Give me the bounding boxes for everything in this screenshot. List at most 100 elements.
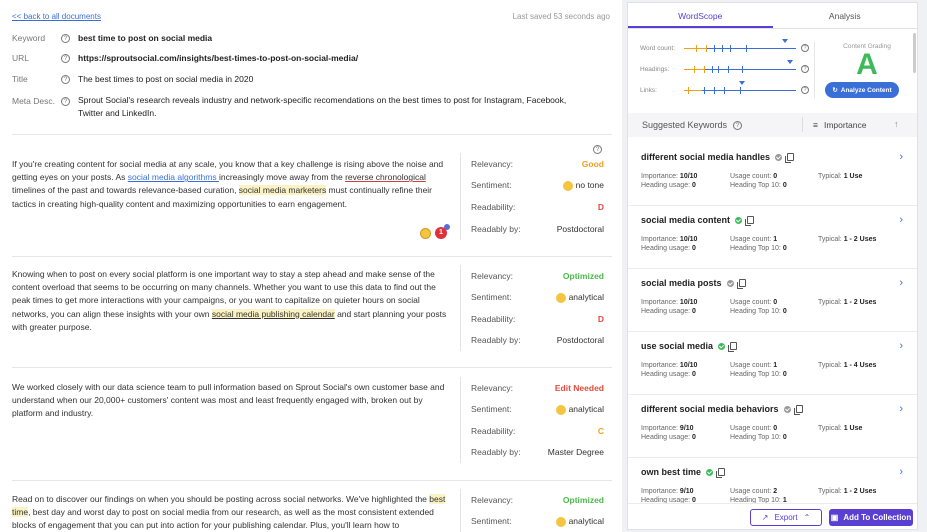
neutral-face-icon [562, 180, 573, 191]
typical-value: 1 - 4 Uses [843, 362, 877, 369]
keyword-item[interactable]: use social media › Importance: 10/10 Usage … [628, 332, 917, 395]
keyword-stats: Importance: 10/10 Usage count: 1 Typical: … [641, 362, 911, 380]
meta-label: Meta Desc. [12, 96, 55, 106]
copy-icon[interactable] [716, 468, 726, 478]
copy-icon[interactable] [785, 153, 795, 163]
meta-keyword-row: Keyword ? best time to post on social me… [12, 33, 212, 43]
typical-label: Typical: [818, 362, 842, 369]
copy-icon[interactable] [728, 342, 738, 352]
export-label: Export [774, 513, 798, 522]
headings-track [684, 60, 796, 73]
heading-usage-label: Heading usage: [641, 371, 691, 378]
bar-label: Word count: [640, 44, 675, 52]
scrollbar[interactable] [913, 33, 916, 73]
readably-by-value: Master Degree [547, 447, 604, 458]
check-circle-icon [735, 216, 743, 224]
headings-bar: Headings: ? [640, 60, 809, 73]
divider [12, 367, 612, 368]
help-icon[interactable]: ? [61, 54, 70, 63]
chevron-up-icon: ⌃ [803, 513, 811, 522]
export-button[interactable]: ↗ Export ⌃ [750, 509, 822, 526]
sort-direction-icon[interactable]: ↑ [894, 119, 899, 129]
back-to-documents-link[interactable]: << back to all documents [12, 12, 101, 21]
paragraph-stats: Relevancy: Optimized Sentiment: analytical… [460, 265, 604, 351]
keyword-name: social media posts [641, 278, 722, 288]
help-icon[interactable]: ? [733, 120, 743, 130]
heading-top10-value: 0 [782, 245, 787, 252]
chevron-right-icon[interactable]: › [899, 403, 903, 415]
importance-value: 10/10 [679, 299, 698, 306]
grammar-issues-badge[interactable]: 1 [435, 224, 450, 239]
importance-label: Importance: [641, 362, 678, 369]
content-paragraph[interactable]: We worked closely with our data science … [12, 381, 452, 421]
importance-label: Importance: [641, 488, 678, 495]
keyword-item[interactable]: different social media handles › Importanc… [628, 143, 917, 206]
add-to-collection-button[interactable]: ▣ Add To Collection [829, 509, 913, 526]
content-paragraph[interactable]: Knowing when to post on every social pla… [12, 268, 452, 334]
chevron-right-icon[interactable]: › [899, 151, 903, 163]
content-paragraph[interactable]: Read on to discover our findings on when… [12, 493, 452, 532]
help-icon[interactable]: ? [801, 86, 809, 94]
keyword-highlight[interactable]: social media marketers [238, 185, 327, 196]
heading-top10-label: Heading Top 10: [730, 434, 781, 441]
keyword-highlight[interactable]: social media publishing calendar [211, 308, 335, 319]
sort-dropdown[interactable]: ≡ Importance [802, 117, 867, 132]
keyword-title-row: different social media handles [641, 152, 795, 163]
heading-top10-label: Heading Top 10: [730, 245, 781, 252]
keyword-name: use social media [641, 341, 714, 351]
relevancy-value: Edit Needed [554, 382, 604, 393]
meta-title-row: Title ? The best times to post on social… [12, 74, 253, 84]
help-icon[interactable]: ? [61, 34, 70, 43]
typical-label: Typical: [818, 299, 842, 306]
keyword-field[interactable]: best time to post on social media [78, 33, 212, 43]
keyword-name: own best time [641, 467, 702, 477]
heading-usage-value: 0 [692, 245, 696, 252]
help-icon[interactable]: ? [61, 75, 70, 84]
nerd-face-icon[interactable] [420, 227, 431, 239]
readably-by-label: Readably by: [471, 447, 521, 458]
paragraph-text: increasingly move away from the [218, 172, 346, 183]
title-field[interactable]: The best times to post on social media i… [78, 74, 253, 84]
keyword-item[interactable]: social media content › Importance: 10/10 Us… [628, 206, 917, 269]
copy-icon[interactable] [736, 279, 746, 289]
readability-value: C [597, 425, 604, 436]
heading-top10-value: 0 [782, 371, 787, 378]
bar-label: Links: [640, 86, 657, 94]
usage-count-value: 2 [773, 488, 778, 495]
analyze-content-button[interactable]: ↻ Analyze Content [825, 82, 899, 98]
typical-label: Typical: [818, 425, 842, 432]
content-paragraph[interactable]: If you're creating content for social me… [12, 158, 452, 211]
importance-label: Importance: [641, 299, 678, 306]
inline-link[interactable]: social media algorithms [128, 172, 219, 182]
help-icon[interactable]: ? [61, 97, 70, 106]
flagged-phrase[interactable]: reverse chronological [345, 172, 426, 182]
copy-icon[interactable] [793, 405, 803, 415]
tab-wordscope[interactable]: WordScope [628, 3, 773, 28]
export-icon: ↗ [761, 513, 769, 522]
keyword-stats: Importance: 10/10 Usage count: 0 Typical: … [641, 299, 911, 317]
heading-top10-value: 0 [782, 434, 787, 441]
sentiment-value: no tone [562, 180, 604, 191]
chevron-right-icon[interactable]: › [899, 277, 903, 289]
copy-icon[interactable] [745, 216, 755, 226]
help-icon[interactable]: ? [801, 44, 809, 52]
heading-usage-label: Heading usage: [641, 245, 691, 252]
divider [814, 42, 815, 98]
check-circle-icon [706, 468, 714, 476]
url-field[interactable]: https://sproutsocial.com/insights/best-t… [78, 53, 358, 63]
folder-plus-icon: ▣ [830, 513, 839, 522]
meta-description-row: Meta Desc. ? Sprout Social's research re… [12, 94, 583, 120]
chevron-right-icon[interactable]: › [899, 466, 903, 478]
panel-tabs: WordScope Analysis [628, 3, 917, 29]
meta-description-field[interactable]: Sprout Social's research reveals industr… [78, 94, 583, 120]
chevron-right-icon[interactable]: › [899, 340, 903, 352]
keyword-item[interactable]: social media posts › Importance: 10/10 Usag… [628, 269, 917, 332]
help-icon[interactable]: ? [801, 65, 809, 73]
meta-url-row: URL ? https://sproutsocial.com/insights/… [12, 53, 358, 63]
tab-analysis[interactable]: Analysis [773, 3, 918, 28]
sentiment-label: Sentiment: [471, 180, 512, 191]
chevron-right-icon[interactable]: › [899, 214, 903, 226]
heading-top10-value: 0 [782, 308, 787, 315]
keyword-title-row: social media content [641, 215, 755, 226]
keyword-item[interactable]: different social media behaviors › Importa… [628, 395, 917, 458]
